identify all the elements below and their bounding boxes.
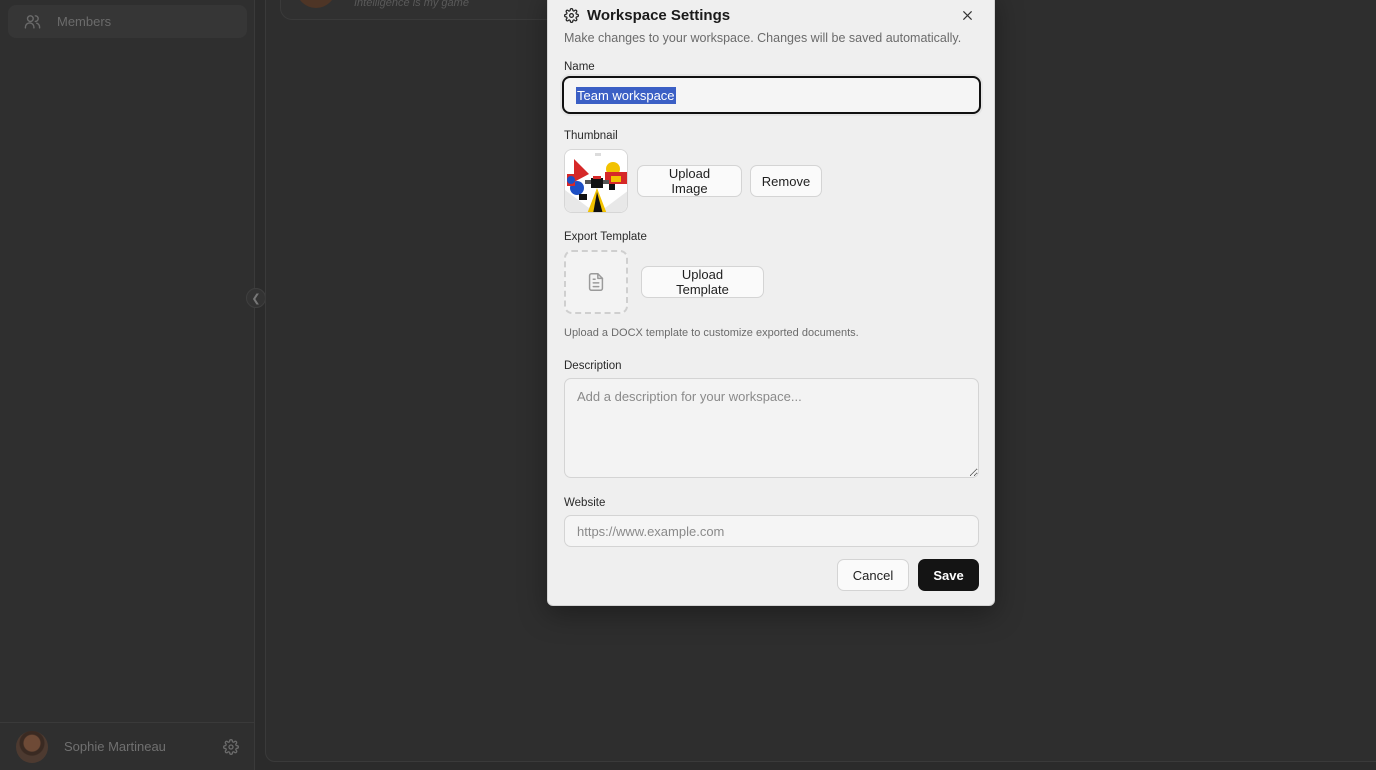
- gear-icon[interactable]: [223, 738, 239, 755]
- description-textarea[interactable]: [564, 378, 979, 478]
- collapse-sidebar-button[interactable]: ❮: [246, 288, 266, 308]
- name-label: Name: [564, 61, 595, 73]
- dialog-description: Make changes to your workspace. Changes …: [564, 31, 962, 45]
- template-helper-text: Upload a DOCX template to customize expo…: [564, 327, 859, 339]
- upload-template-button[interactable]: Upload Template: [641, 266, 764, 298]
- template-dropzone[interactable]: [564, 250, 628, 314]
- file-text-icon: [588, 273, 604, 291]
- name-input[interactable]: Team workspace: [562, 76, 981, 114]
- background-card-text: Intelligence is my game: [354, 0, 469, 9]
- close-icon: [962, 10, 972, 20]
- chevron-left-icon: ❮: [251, 292, 261, 305]
- upload-image-button[interactable]: Upload Image: [637, 165, 742, 197]
- gear-icon: [564, 8, 579, 23]
- user-name: Sophie Martineau: [64, 739, 166, 754]
- remove-thumbnail-button[interactable]: Remove: [750, 165, 822, 197]
- save-button[interactable]: Save: [918, 559, 979, 591]
- dialog-title-text: Workspace Settings: [587, 7, 731, 24]
- sidebar-item-label: Members: [57, 14, 112, 29]
- cancel-button[interactable]: Cancel: [837, 559, 909, 591]
- name-input-value: Team workspace: [576, 86, 676, 104]
- website-input[interactable]: [564, 515, 979, 547]
- thumbnail-image: [564, 149, 628, 213]
- dialog-title: Workspace Settings: [564, 7, 730, 24]
- sidebar: Members Sophie Martineau: [0, 0, 255, 770]
- thumbnail-artwork: [565, 150, 627, 212]
- workspace-settings-dialog: Workspace Settings Make changes to your …: [547, 0, 995, 606]
- thumbnail-label: Thumbnail: [564, 130, 618, 142]
- website-label: Website: [564, 497, 606, 509]
- user-footer: Sophie Martineau: [0, 722, 255, 770]
- export-template-label: Export Template: [564, 231, 647, 243]
- description-label: Description: [564, 360, 622, 372]
- close-button[interactable]: [958, 6, 976, 24]
- sidebar-item-members[interactable]: Members: [8, 5, 247, 38]
- users-icon: [24, 15, 41, 29]
- avatar[interactable]: [16, 730, 48, 763]
